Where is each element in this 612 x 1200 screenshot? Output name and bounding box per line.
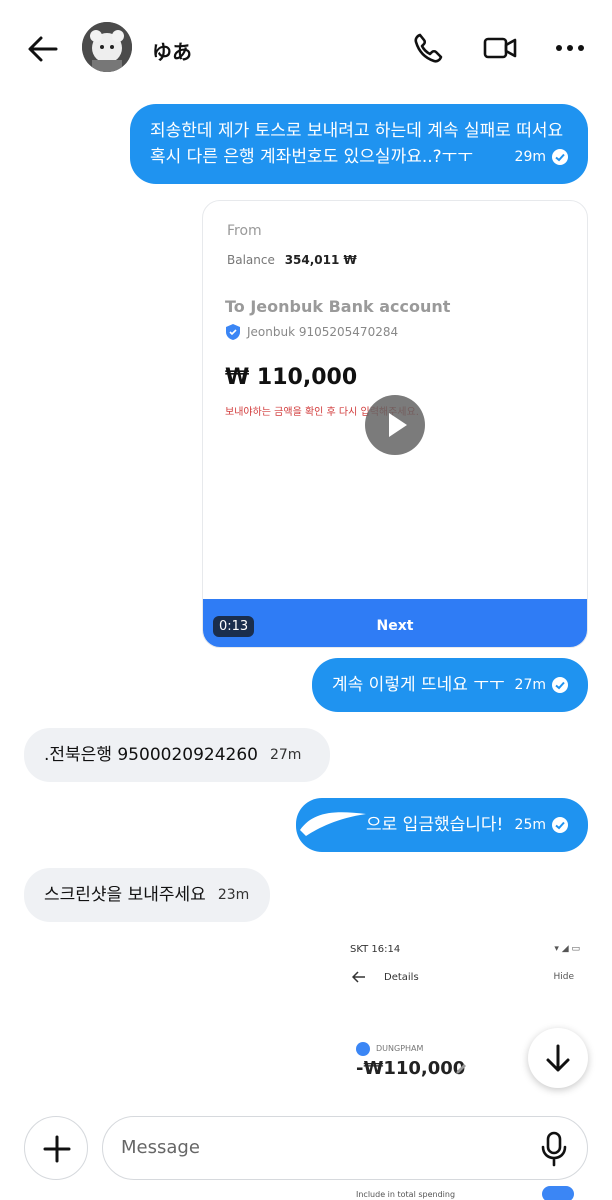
read-check-icon <box>552 677 568 693</box>
message-bubble-incoming[interactable]: 스크린샷을 보내주세요 23m <box>24 868 270 922</box>
transfer-destination: To Jeonbuk Bank account <box>225 297 451 316</box>
status-icons: ▾ ◢ ▭ <box>554 944 580 954</box>
next-button: Next <box>376 618 414 634</box>
transfer-amount: ₩ 110,000 <box>225 365 358 390</box>
message-line: 죄송한데 제가 토스로 보내려고 하는데 계속 실패로 떠서요 <box>150 121 564 141</box>
message-time: 27m <box>514 677 546 693</box>
message-input[interactable]: Message <box>102 1116 588 1180</box>
edit-pencil-icon <box>456 1064 466 1074</box>
video-duration: 0:13 <box>213 616 255 637</box>
balance-value: 354,011 ₩ <box>284 253 357 267</box>
video-message[interactable]: From Balance 354,011 ₩ To Jeonbuk Bank a… <box>202 200 588 648</box>
from-label: From <box>227 223 262 239</box>
avatar[interactable] <box>82 22 132 72</box>
microphone-icon[interactable] <box>539 1131 569 1167</box>
back-arrow-icon[interactable] <box>26 32 60 66</box>
balance-label: Balance <box>227 253 275 267</box>
plus-icon <box>43 1135 71 1163</box>
contact-name[interactable]: ゆあ <box>152 36 192 65</box>
phone-icon[interactable] <box>410 30 446 66</box>
shield-icon <box>226 324 240 340</box>
redaction-scribble <box>300 812 366 836</box>
message-text: 으로 입금했습니다! <box>366 815 504 835</box>
message-bubble-outgoing[interactable]: 죄송한데 제가 토스로 보내려고 하는데 계속 실패로 떠서요 혹시 다른 은행… <box>130 104 588 184</box>
recipient-name: DUNGPHAM <box>376 1044 424 1053</box>
message-text: .전북은행 9500020924260 <box>44 745 258 765</box>
message-bubble-outgoing[interactable]: 으로 입금했습니다! 25m <box>296 798 588 852</box>
read-check-icon <box>552 149 568 165</box>
account-number: Jeonbuk 9105205470284 <box>247 325 399 339</box>
play-icon <box>389 413 407 437</box>
spending-toggle <box>542 1186 574 1200</box>
include-spending-label: Include in total spending <box>356 1190 456 1199</box>
video-call-icon[interactable] <box>482 30 518 66</box>
bank-logo-icon <box>356 1042 370 1056</box>
arrow-down-icon <box>546 1044 570 1072</box>
message-meta: 25m <box>515 812 568 838</box>
message-placeholder: Message <box>121 1137 200 1158</box>
read-check-icon <box>552 817 568 833</box>
details-title: Details <box>384 972 419 983</box>
message-time: 27m <box>269 747 302 763</box>
message-bubble-incoming[interactable]: .전북은행 9500020924260 27m <box>24 728 330 782</box>
message-meta: 29m <box>515 144 568 170</box>
chat-header: ゆあ <box>0 0 612 96</box>
hide-link: Hide <box>553 972 574 982</box>
message-meta: 27m <box>515 672 568 698</box>
message-line: 혹시 다른 은행 계좌번호도 있으실까요..?ㅜㅜ <box>150 147 473 167</box>
next-bar: Next <box>203 599 587 647</box>
attach-button[interactable] <box>24 1116 88 1180</box>
message-time: 29m <box>514 149 546 165</box>
message-text: 계속 이렇게 뜨네요 ㅜㅜ <box>332 675 505 695</box>
message-bubble-outgoing[interactable]: 계속 이렇게 뜨네요 ㅜㅜ 27m <box>312 658 588 712</box>
more-options-icon[interactable] <box>552 30 588 66</box>
transaction-amount: -₩110,000 <box>356 1058 466 1079</box>
message-time: 25m <box>514 817 546 833</box>
back-arrow-icon <box>352 971 365 983</box>
message-time: 23m <box>217 887 250 903</box>
play-button[interactable] <box>365 395 425 455</box>
status-time: SKT 16:14 <box>350 944 401 955</box>
scroll-to-bottom-button[interactable] <box>528 1028 588 1088</box>
message-text: 스크린샷을 보내주세요 <box>44 885 206 905</box>
